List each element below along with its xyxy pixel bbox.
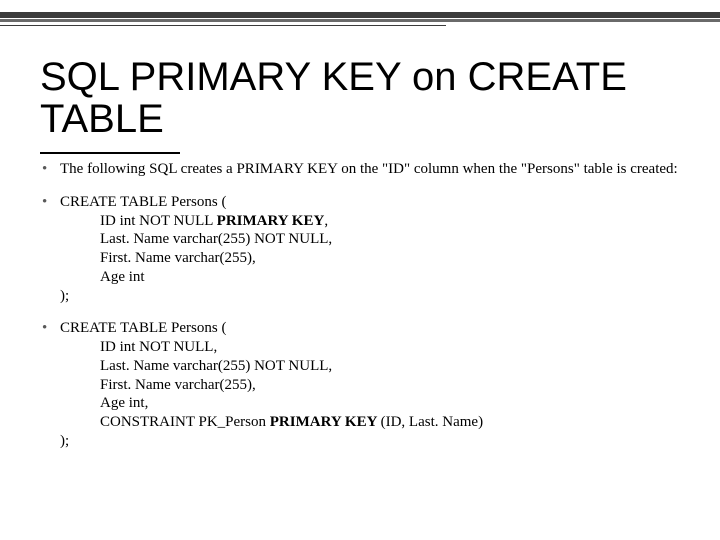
code-block-1: CREATE TABLE Persons ( ID int NOT NULL P…: [60, 193, 680, 306]
code1-line2: Last. Name varchar(255) NOT NULL,: [60, 230, 680, 249]
code2-l5b: PRIMARY KEY: [270, 414, 381, 430]
code2-line5: CONSTRAINT PK_Person PRIMARY KEY (ID, La…: [60, 413, 680, 432]
code2-line3: First. Name varchar(255),: [60, 376, 680, 395]
code1-l1c: ,: [324, 213, 328, 229]
code2-line1: ID int NOT NULL,: [60, 338, 680, 357]
code1-open: CREATE TABLE Persons (: [60, 194, 226, 210]
code1-l1b: PRIMARY KEY: [217, 213, 325, 229]
code2-open: CREATE TABLE Persons (: [60, 320, 226, 336]
code2-close: );: [60, 433, 69, 449]
code2-line4: Age int,: [60, 394, 680, 413]
slide-content: The following SQL creates a PRIMARY KEY …: [42, 160, 680, 465]
slide-title: SQL PRIMARY KEY on CREATE TABLE: [40, 56, 680, 140]
code1-line3: First. Name varchar(255),: [60, 249, 680, 268]
code1-line4: Age int: [60, 268, 680, 287]
band-dark: [0, 12, 720, 18]
bullet-intro: The following SQL creates a PRIMARY KEY …: [42, 160, 680, 179]
bullet-code-1: CREATE TABLE Persons ( ID int NOT NULL P…: [42, 193, 680, 306]
code1-l1a: ID int NOT NULL: [100, 213, 217, 229]
bullet-code-2: CREATE TABLE Persons ( ID int NOT NULL, …: [42, 319, 680, 450]
code2-l5a: CONSTRAINT PK_Person: [100, 414, 270, 430]
band-mid: [0, 19, 720, 22]
code1-line1: ID int NOT NULL PRIMARY KEY,: [60, 212, 680, 231]
band-line: [0, 25, 446, 26]
bullet-list: The following SQL creates a PRIMARY KEY …: [42, 160, 680, 451]
code1-close: );: [60, 288, 69, 304]
code2-line2: Last. Name varchar(255) NOT NULL,: [60, 357, 680, 376]
slide: SQL PRIMARY KEY on CREATE TABLE The foll…: [0, 0, 720, 540]
intro-text: The following SQL creates a PRIMARY KEY …: [60, 161, 678, 177]
title-underline: [40, 152, 180, 154]
code2-l5c: (ID, Last. Name): [381, 414, 483, 430]
code-block-2: CREATE TABLE Persons ( ID int NOT NULL, …: [60, 319, 680, 450]
header-decoration: [0, 12, 720, 36]
